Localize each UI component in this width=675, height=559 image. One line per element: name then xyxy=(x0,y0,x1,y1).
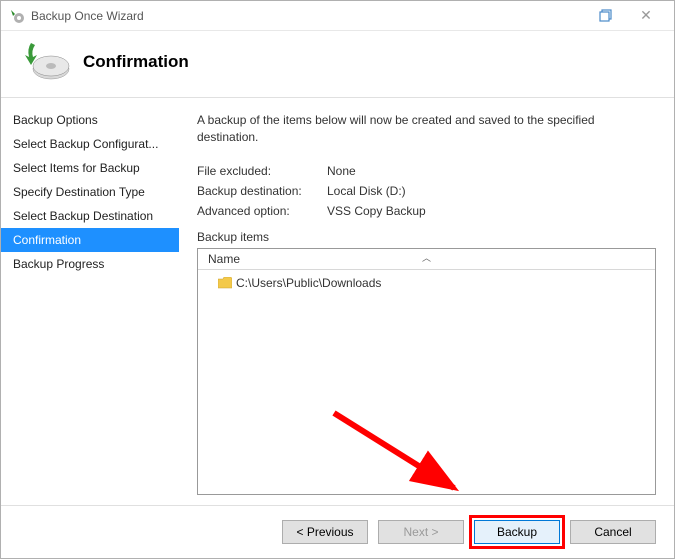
cancel-button[interactable]: Cancel xyxy=(570,520,656,544)
page-title: Confirmation xyxy=(83,52,189,72)
window-title: Backup Once Wizard xyxy=(31,9,586,23)
backup-button[interactable]: Backup xyxy=(474,520,560,544)
sidebar-item-destination-type[interactable]: Specify Destination Type xyxy=(1,180,179,204)
items-body: C:\Users\Public\Downloads xyxy=(198,270,655,494)
summary-value: Local Disk (D:) xyxy=(327,184,406,198)
main-panel: A backup of the items below will now be … xyxy=(179,98,674,505)
column-header-name: Name xyxy=(208,252,240,266)
sidebar-item-label: Confirmation xyxy=(13,233,81,247)
sidebar-item-label: Backup Progress xyxy=(13,257,104,271)
wizard-window: Backup Once Wizard ✕ Confirmation Backup… xyxy=(0,0,675,559)
button-label: Backup xyxy=(497,525,537,539)
sidebar-item-backup-progress[interactable]: Backup Progress xyxy=(1,252,179,276)
button-label: Cancel xyxy=(594,525,631,539)
button-bar: < Previous Next > Backup Cancel xyxy=(1,505,674,558)
sidebar: Backup Options Select Backup Configurat.… xyxy=(1,98,179,505)
item-path: C:\Users\Public\Downloads xyxy=(236,276,381,290)
sidebar-item-label: Select Backup Destination xyxy=(13,209,153,223)
summary-value: None xyxy=(327,164,356,178)
app-icon xyxy=(9,8,25,24)
sort-indicator-icon: ︿ xyxy=(422,251,431,264)
sidebar-item-select-destination[interactable]: Select Backup Destination xyxy=(1,204,179,228)
summary-value: VSS Copy Backup xyxy=(327,204,426,218)
previous-button[interactable]: < Previous xyxy=(282,520,368,544)
sidebar-item-label: Select Backup Configurat... xyxy=(13,137,158,151)
sidebar-item-select-backup-config[interactable]: Select Backup Configurat... xyxy=(1,132,179,156)
titlebar: Backup Once Wizard ✕ xyxy=(1,1,674,31)
summary-label: Advanced option: xyxy=(197,204,327,218)
window-controls: ✕ xyxy=(586,4,666,28)
backup-disc-icon xyxy=(21,41,71,83)
sidebar-item-backup-options[interactable]: Backup Options xyxy=(1,108,179,132)
sidebar-item-label: Specify Destination Type xyxy=(13,185,145,199)
backup-button-wrapper: Backup xyxy=(474,520,560,544)
backup-items-listbox: Name ︿ C:\Users\Public\Downloads xyxy=(197,248,656,495)
summary-label: Backup destination: xyxy=(197,184,327,198)
button-label: < Previous xyxy=(296,525,353,539)
button-label: Next > xyxy=(403,525,438,539)
sidebar-item-confirmation[interactable]: Confirmation xyxy=(1,228,179,252)
summary-advanced-option: Advanced option: VSS Copy Backup xyxy=(197,204,656,218)
sidebar-item-label: Backup Options xyxy=(13,113,98,127)
wizard-header: Confirmation xyxy=(1,31,674,97)
intro-text: A backup of the items below will now be … xyxy=(197,112,656,146)
close-icon: ✕ xyxy=(640,7,652,24)
sidebar-item-label: Select Items for Backup xyxy=(13,161,140,175)
backup-items-label: Backup items xyxy=(197,230,656,244)
folder-icon xyxy=(218,277,232,289)
restore-button[interactable] xyxy=(586,4,626,28)
list-item[interactable]: C:\Users\Public\Downloads xyxy=(208,276,645,290)
summary-file-excluded: File excluded: None xyxy=(197,164,656,178)
next-button: Next > xyxy=(378,520,464,544)
summary-label: File excluded: xyxy=(197,164,327,178)
wizard-body: Backup Options Select Backup Configurat.… xyxy=(1,97,674,505)
sidebar-item-select-items[interactable]: Select Items for Backup xyxy=(1,156,179,180)
close-button[interactable]: ✕ xyxy=(626,4,666,28)
items-column-header[interactable]: Name ︿ xyxy=(198,249,655,270)
summary-backup-destination: Backup destination: Local Disk (D:) xyxy=(197,184,656,198)
